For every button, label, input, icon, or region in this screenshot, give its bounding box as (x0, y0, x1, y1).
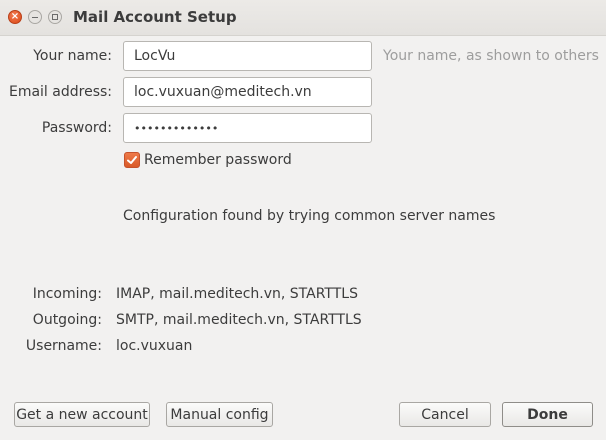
email-input[interactable]: loc.vuxuan@meditech.vn (123, 77, 372, 107)
email-label: Email address: (8, 84, 112, 100)
manual-config-button[interactable]: Manual config (166, 402, 273, 427)
password-input-value: ••••••••••••• (134, 121, 219, 135)
close-window-icon[interactable]: × (8, 10, 22, 24)
name-label: Your name: (33, 48, 112, 64)
window-title: Mail Account Setup (73, 8, 237, 26)
get-new-account-label: Get a new account (16, 406, 148, 423)
done-button[interactable]: Done (502, 402, 593, 427)
name-input[interactable]: LocVu (123, 41, 372, 71)
cancel-label: Cancel (421, 406, 469, 423)
cancel-button[interactable]: Cancel (399, 402, 491, 427)
incoming-value: IMAP, mail.meditech.vn, STARTTLS (116, 286, 358, 302)
done-label: Done (527, 406, 568, 423)
title-bar: × Mail Account Setup (0, 0, 606, 36)
email-input-value: loc.vuxuan@meditech.vn (134, 84, 312, 100)
username-label: Username: (25, 338, 102, 354)
outgoing-value: SMTP, mail.meditech.vn, STARTTLS (116, 312, 362, 328)
incoming-label: Incoming: (32, 286, 102, 302)
outgoing-label: Outgoing: (32, 312, 102, 328)
maximize-window-icon[interactable] (48, 10, 62, 24)
manual-config-label: Manual config (170, 406, 269, 423)
get-new-account-button[interactable]: Get a new account (14, 402, 150, 427)
remember-password-checkbox[interactable] (124, 152, 140, 168)
minimize-window-icon[interactable] (28, 10, 42, 24)
remember-password-label[interactable]: Remember password (144, 152, 292, 168)
checkmark-icon (127, 156, 137, 164)
password-input[interactable]: ••••••••••••• (123, 113, 372, 143)
name-input-value: LocVu (134, 48, 176, 64)
password-label: Password: (41, 120, 112, 136)
name-hint: Your name, as shown to others (383, 48, 599, 64)
status-message: Configuration found by trying common ser… (123, 208, 496, 224)
username-value: loc.vuxuan (116, 338, 193, 354)
